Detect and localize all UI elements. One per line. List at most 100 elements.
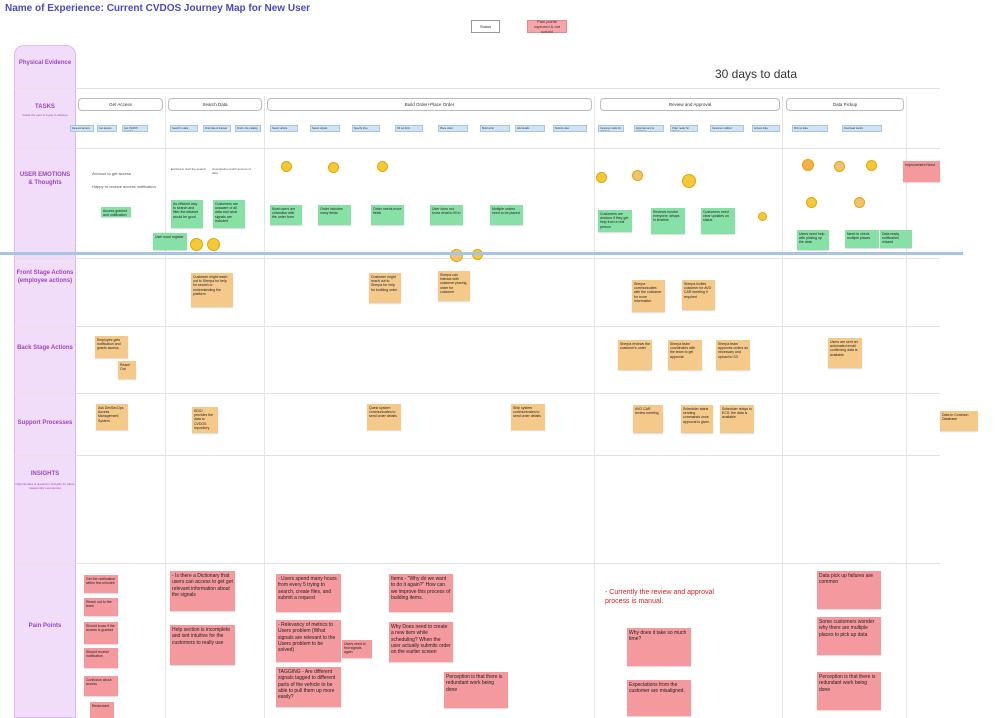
pain-point-sticky: Should receive notification: [84, 648, 118, 668]
task-card: Order ready for pickup: [670, 125, 698, 132]
row-sub-tasks: Goals the user is trying to achieve: [22, 113, 68, 117]
pain-point-sticky: - Is there a Dictionary that users can a…: [170, 571, 235, 611]
emotion-caption: Overwhelmed with amount of data: [212, 167, 251, 175]
divider-line: [0, 252, 963, 255]
task-card: Request access: [70, 125, 94, 132]
front-stage-sticky: Customer might reach out to Sherpa for h…: [369, 273, 401, 303]
smiley-face-icon: [377, 161, 388, 172]
emotion-sticky: Order needs more fields: [371, 205, 404, 225]
emotion-sticky: Customers need clear updates on status: [701, 208, 735, 234]
column-divider: [594, 96, 595, 718]
task-card: Find data of interest: [203, 125, 231, 132]
pain-point-sticky: Get the notification within few minutes: [84, 575, 118, 593]
row-label-pain-points: Pain Points: [28, 623, 62, 629]
pain-point-sticky: Items - "Why do we want to do it again?"…: [389, 574, 453, 612]
front-stage-sticky: Sherpa invites customer for AVO CAR meet…: [682, 280, 715, 310]
pain-point-sticky: Should know if the access is granted: [84, 622, 118, 644]
column-divider: [264, 96, 265, 718]
worried-face-icon: [632, 170, 643, 181]
task-card: Build order: [480, 125, 510, 132]
row-label-user-emotions: USER EMOTIONS: [19, 172, 71, 178]
row-label-tasks: TASKS: [35, 104, 55, 110]
pain-point-sticky: Redundant: [90, 702, 114, 718]
row-sub-insights: Opportunities & questions (insights for …: [15, 482, 75, 490]
review-note: - Currently the review and approval proc…: [605, 589, 714, 606]
emotion-sticky: User does not know what to fill in: [430, 205, 463, 225]
task-card: Find in the catalog: [235, 125, 261, 132]
task-card: Specify time: [352, 125, 380, 132]
front-stage-sticky: Sherpa can interact with customer placin…: [438, 271, 470, 301]
timeline-note: 30 days to data: [715, 67, 798, 81]
emotion-caption: Happy to receive access notification: [92, 184, 156, 189]
row-divider: [14, 148, 940, 149]
row-divider: [14, 455, 940, 456]
task-card: Add details: [515, 125, 545, 132]
support-sticky: Quest system communicates to send order …: [367, 404, 401, 430]
emotion-sticky: Order includes many fields: [318, 205, 351, 225]
front-stage-sticky: Sherpa communicates with the customer fo…: [632, 280, 665, 312]
emotion-sticky: Reviews involve everyone; delays in time…: [651, 208, 685, 234]
pain-point-sticky: Improvement Need: [903, 161, 940, 182]
column-divider: [906, 96, 907, 718]
pain-point-sticky: Why Does need to create a new item while…: [389, 622, 453, 662]
phase-review-approval: Review and Approval: [600, 98, 780, 111]
worried-face-icon: [834, 161, 845, 172]
emotion-sticky: User must register: [153, 233, 187, 250]
angry-face-icon: [802, 159, 814, 171]
emotion-sticky: Multiple orders need to be placed: [490, 205, 523, 225]
support-sticky: AVO CAR review meeting: [633, 405, 663, 433]
pain-point-sticky: - Relevancy of metrics to Users problem …: [276, 620, 341, 662]
support-sticky: Ship system communicates to send order d…: [511, 404, 545, 430]
emotion-caption: Excited to start the search: [171, 167, 206, 171]
support-sticky: Data In Common Database: [940, 411, 978, 431]
pain-point-sticky: Help section is incomplete and isnt intu…: [170, 625, 235, 665]
back-stage-sticky: Sherpa team approves orders as necessary…: [716, 340, 750, 370]
task-card: Access data: [752, 125, 780, 132]
smiley-face-icon: [596, 172, 607, 183]
task-card: Get CVDOS account: [122, 125, 148, 132]
row-label-insights: INSIGHTS: [30, 471, 60, 477]
task-card: Search in data: [170, 125, 198, 132]
pain-point-sticky: Some customers wonder why there are mult…: [817, 617, 881, 655]
pain-point-sticky: Expectations from the customer are misal…: [627, 680, 691, 716]
smiley-face-icon: [328, 162, 339, 173]
row-divider: [14, 88, 940, 89]
row-label-front-stage: Front Stage Actions (employee actions): [16, 270, 74, 284]
row-label-back-stage: Back Stage Actions: [17, 345, 73, 351]
back-stage-sticky: Employee gets notification and grants ac…: [95, 336, 128, 358]
back-stage-sticky: Sherpa reviews the customer's order: [618, 340, 652, 370]
legend-pain-note: Pain points captured & not solved: [527, 19, 567, 34]
task-card: Select signals: [310, 125, 340, 132]
smiley-face-icon: [190, 238, 203, 251]
phase-search-data: Search Data: [168, 98, 262, 111]
row-label-support: Support Processes: [17, 420, 73, 426]
task-card: Pick up data: [792, 125, 828, 132]
row-label-sidebar: [14, 45, 76, 718]
support-sticky: Scheduler relays to ECS: the data is ava…: [720, 405, 754, 433]
emotion-sticky: Most users are unfamiliar with the order…: [270, 205, 302, 225]
pain-point-sticky: Data pick up failures are common: [817, 571, 881, 609]
back-stage-sticky: Users are sent an automated email confir…: [828, 338, 862, 368]
row-sub-user-emotions: & Thoughts: [28, 180, 62, 186]
emotion-sticky: Data ready notification missed: [880, 230, 912, 248]
task-card: Submit order: [553, 125, 587, 132]
row-divider: [14, 326, 940, 327]
task-card: Customer notified: [710, 125, 744, 132]
emotion-sticky: Need to check multiple places: [845, 230, 879, 248]
front-stage-sticky: Customer might reach out to Sherpa for h…: [191, 273, 233, 307]
pain-point-sticky: TAGGING - Are different signals tagged t…: [276, 667, 341, 707]
phase-data-pickup: Data Pickup: [786, 98, 904, 111]
support-sticky: Scheduler starts sending commands once a…: [681, 405, 713, 433]
smiley-face-icon: [758, 212, 767, 221]
task-card: Select vehicle: [270, 125, 298, 132]
phase-build-order: Build Order+Place Order: [267, 98, 592, 111]
task-card: Download results: [842, 125, 882, 132]
pain-point-sticky: Reach out to the team: [84, 598, 118, 616]
row-divider: [14, 393, 940, 394]
pain-point-sticky: Perception is that there is redundant wo…: [817, 672, 881, 710]
task-card: Fill out form: [395, 125, 423, 132]
task-card: Get access: [97, 125, 117, 132]
emotion-sticky: As efficient way to search and filter th…: [171, 200, 203, 228]
sad-face-icon: [450, 249, 463, 262]
pain-point-sticky: Users need to find signals again: [342, 640, 372, 658]
